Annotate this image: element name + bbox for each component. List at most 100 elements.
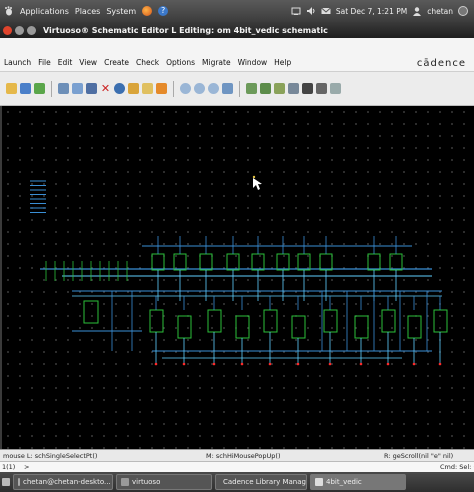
mouse-cursor-icon: [253, 178, 262, 190]
note-icon[interactable]: [330, 83, 341, 94]
adder-instance: [263, 309, 278, 333]
and-gate-instance: [251, 253, 265, 271]
menu-options[interactable]: Options: [166, 58, 195, 67]
task-label: virtuoso: [132, 478, 161, 486]
menu-file[interactable]: File: [38, 58, 51, 67]
label-icon[interactable]: [274, 83, 285, 94]
schematic-canvas[interactable]: [2, 106, 474, 449]
schematic-drawing: [30, 175, 448, 366]
output-pin: [328, 362, 332, 366]
output-pin: [182, 362, 186, 366]
open-icon[interactable]: [6, 83, 17, 94]
task-terminal[interactable]: chetan@chetan-deskto...: [13, 474, 113, 490]
applications-menu[interactable]: Applications: [20, 7, 69, 16]
mail-icon[interactable]: [321, 6, 331, 16]
zoom-out-icon[interactable]: [208, 83, 219, 94]
adder-instance: [235, 315, 250, 339]
pin-add-icon[interactable]: [288, 83, 299, 94]
menu-create[interactable]: Create: [104, 58, 129, 67]
top-panel: Applications Places System ? Sat Dec 7, …: [0, 0, 474, 22]
task-label: 4bit_vedic: [326, 478, 362, 486]
copy-icon[interactable]: [72, 83, 83, 94]
output-pin: [359, 362, 363, 366]
output-pin: [386, 362, 390, 366]
mouse-right-binding: R: geScroll(nil "e" nil): [384, 452, 454, 460]
undo-icon[interactable]: [114, 83, 125, 94]
help-icon[interactable]: ?: [158, 6, 169, 16]
stop-icon[interactable]: [316, 83, 327, 94]
zoom-box-icon[interactable]: [222, 83, 233, 94]
menu-bar: Launch File Edit View Create Check Optio…: [0, 38, 474, 72]
check-save-icon[interactable]: [34, 83, 45, 94]
instance-icon[interactable]: [246, 83, 257, 94]
close-window-icon[interactable]: [3, 25, 12, 35]
wire-add-icon[interactable]: [260, 83, 271, 94]
toolbar-separator: [51, 80, 52, 97]
user-icon[interactable]: [412, 6, 422, 16]
toolbar-separator: [173, 80, 174, 97]
command-input[interactable]: >: [24, 463, 29, 471]
task-schematic[interactable]: 4bit_vedic: [310, 474, 406, 490]
adder-instance: [291, 315, 306, 339]
and-gate-instance: [319, 253, 333, 271]
clock[interactable]: Sat Dec 7, 1:21 PM: [336, 7, 407, 16]
and-gate-instance: [199, 253, 213, 271]
move-icon[interactable]: [58, 83, 69, 94]
maximize-window-icon[interactable]: [27, 25, 36, 35]
menu-window[interactable]: Window: [238, 58, 268, 67]
output-pin: [412, 362, 416, 366]
network-icon[interactable]: [291, 6, 301, 16]
system-menu[interactable]: System: [106, 7, 136, 16]
toolbar: ✕: [0, 72, 474, 106]
adder-instance: [407, 315, 422, 339]
and-gate-instance: [367, 253, 381, 271]
output-pin: [438, 362, 442, 366]
zoom-in-icon[interactable]: [194, 83, 205, 94]
volume-icon[interactable]: [306, 6, 316, 16]
username[interactable]: chetan: [427, 7, 453, 16]
task-library-manager[interactable]: Cadence Library Manager: [215, 474, 307, 490]
gnome-foot-icon[interactable]: [4, 6, 14, 16]
firefox-icon[interactable]: [142, 6, 153, 16]
task-label: Cadence Library Manager: [223, 478, 307, 486]
menu-edit[interactable]: Edit: [58, 58, 73, 67]
stretch-icon[interactable]: [86, 83, 97, 94]
cadence-logo: cādence: [416, 58, 466, 69]
places-menu[interactable]: Places: [75, 7, 100, 16]
properties-icon[interactable]: [128, 83, 139, 94]
and-gate-instance: [173, 253, 187, 271]
task-virtuoso[interactable]: virtuoso: [116, 474, 212, 490]
output-pin: [212, 362, 216, 366]
show-desktop-icon[interactable]: [2, 478, 10, 486]
menu-launch[interactable]: Launch: [4, 58, 31, 67]
window-title-bar[interactable]: Virtuoso® Schematic Editor L Editing: om…: [0, 22, 474, 38]
zoom-fit-icon[interactable]: [180, 83, 191, 94]
terminal-icon: [18, 478, 20, 486]
and-gate-instance: [297, 253, 311, 271]
output-pin: [296, 362, 300, 366]
output-pin: [268, 362, 272, 366]
mouse-status-bar: mouse L: schSingleSelectPt() M: schHiMou…: [0, 449, 474, 461]
menu-view[interactable]: View: [79, 58, 97, 67]
wire-name-icon[interactable]: [302, 83, 313, 94]
schematic-window-icon: [315, 478, 323, 486]
toolbar-separator: [239, 80, 240, 97]
pin-icon[interactable]: [156, 83, 167, 94]
delete-icon[interactable]: ✕: [100, 83, 111, 94]
menu-check[interactable]: Check: [136, 58, 159, 67]
taskbar: chetan@chetan-deskto... virtuoso Cadence…: [0, 472, 474, 492]
window-title: Virtuoso® Schematic Editor L Editing: om…: [43, 25, 328, 35]
and-gate-instance: [276, 253, 290, 271]
and-gate-instance: [226, 253, 240, 271]
minimize-window-icon[interactable]: [15, 25, 24, 35]
command-line[interactable]: 1(1) > Cmd: Sel: 0: [0, 461, 474, 472]
menu-migrate[interactable]: Migrate: [202, 58, 231, 67]
wire-icon[interactable]: [142, 83, 153, 94]
and-gate-instance: [151, 253, 165, 271]
menu-help[interactable]: Help: [274, 58, 291, 67]
adder-instance: [207, 309, 222, 333]
power-icon[interactable]: [458, 6, 468, 16]
task-label: chetan@chetan-deskto...: [23, 478, 111, 486]
save-icon[interactable]: [20, 83, 31, 94]
output-pin: [240, 362, 244, 366]
